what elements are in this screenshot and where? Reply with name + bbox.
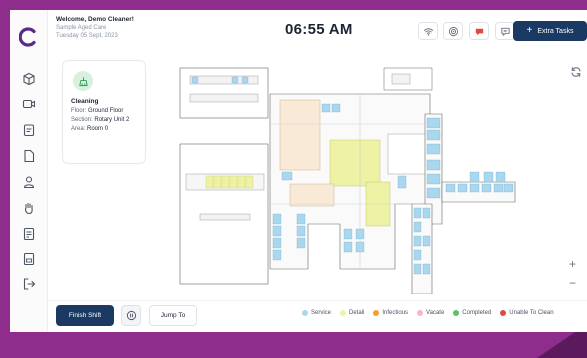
person-icon[interactable] — [20, 173, 38, 191]
target-button[interactable] — [443, 22, 463, 40]
extra-tasks-button[interactable]: + Extra Tasks — [513, 21, 587, 41]
legend-swatch — [373, 310, 380, 316]
message-icon — [500, 27, 510, 36]
extra-tasks-label: Extra Tasks — [537, 27, 574, 35]
legend-completed: Completed — [453, 310, 491, 316]
clock: 06:55 AM — [285, 21, 353, 38]
floor-plan[interactable] — [170, 64, 542, 294]
app-logo — [18, 27, 39, 47]
video-icon[interactable] — [20, 95, 38, 113]
refresh-button[interactable] — [568, 64, 584, 80]
legend-swatch — [340, 310, 347, 316]
legend-vacate: Vacate — [417, 310, 444, 316]
map-area: Cleaning Floor: Ground Floor Section: Ro… — [58, 56, 587, 300]
app-window: Welcome, Demo Cleaner! Sample Aged Care … — [10, 10, 587, 332]
logout-icon[interactable] — [20, 275, 38, 293]
wifi-button[interactable] — [418, 22, 438, 40]
cleaning-icon — [73, 71, 93, 91]
task-area: Area: Room 0 — [71, 126, 109, 132]
zoom-out-button[interactable]: − — [569, 276, 576, 290]
messages-button[interactable] — [495, 22, 515, 40]
wifi-icon — [423, 27, 433, 36]
task-title: Cleaning — [71, 98, 99, 105]
legend-unable-to-clean: Unable To Clean — [500, 310, 554, 316]
sidebar — [10, 10, 48, 332]
notification-icon — [475, 28, 483, 35]
clipboard-icon[interactable] — [20, 121, 38, 139]
zoom-in-button[interactable]: + — [569, 257, 576, 271]
report-icon[interactable] — [20, 225, 38, 243]
current-date: Tuesday 05 Sept, 2023 — [56, 33, 118, 39]
finish-shift-button[interactable]: Finish Shift — [56, 305, 114, 326]
task-section: Section: Rotary Unit 2 — [71, 117, 130, 123]
jump-to-button[interactable]: Jump To — [149, 305, 197, 326]
legend-service: Service — [302, 310, 331, 316]
notifications-button[interactable] — [469, 22, 489, 40]
legend-swatch — [302, 310, 308, 316]
legend-infectious: Infectious — [373, 310, 408, 316]
legend-swatch — [453, 310, 460, 316]
welcome-message: Welcome, Demo Cleaner! — [56, 16, 134, 23]
refresh-icon — [571, 67, 581, 77]
footer: Finish Shift Jump To Service Detail Infe… — [48, 300, 587, 332]
document-icon[interactable] — [20, 250, 38, 268]
status-legend: Service Detail Infectious Vacate Complet… — [302, 310, 554, 316]
task-floor: Floor: Ground Floor — [71, 108, 124, 114]
organization-name: Sample Aged Care — [56, 25, 107, 31]
header: Welcome, Demo Cleaner! Sample Aged Care … — [48, 10, 587, 56]
task-card: Cleaning Floor: Ground Floor Section: Ro… — [62, 60, 146, 164]
legend-detail: Detail — [340, 310, 364, 316]
rotary-unit-1-wing[interactable] — [179, 67, 269, 119]
file-icon[interactable] — [20, 147, 38, 165]
box-icon[interactable] — [20, 70, 38, 88]
pause-button[interactable] — [121, 305, 141, 326]
target-icon — [448, 26, 458, 36]
plus-icon: + — [526, 25, 533, 36]
hand-icon[interactable] — [20, 199, 38, 217]
legend-swatch — [417, 310, 424, 316]
pause-icon — [126, 310, 136, 321]
legend-swatch — [500, 310, 507, 316]
